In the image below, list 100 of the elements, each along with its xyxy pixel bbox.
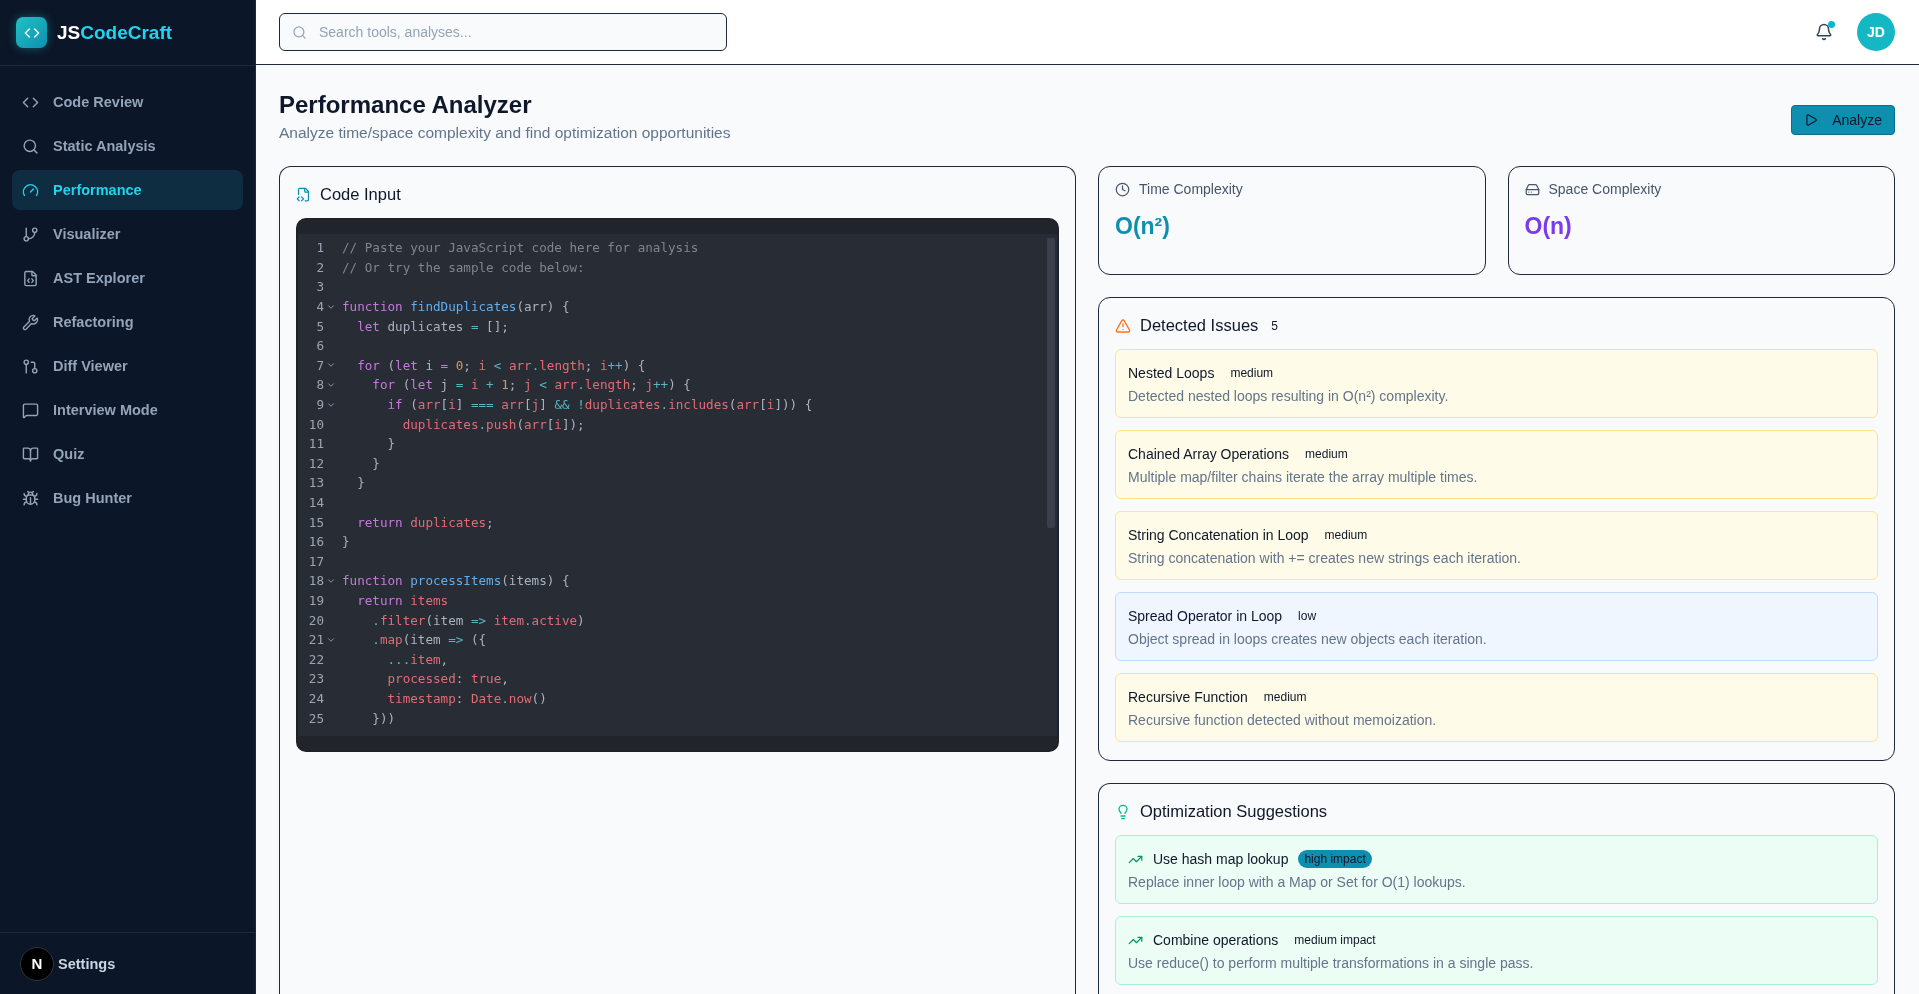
line-number: 18 (307, 573, 324, 589)
bug-icon (22, 489, 39, 507)
line-number: 23 (307, 671, 324, 687)
card-title: Code Input (320, 185, 401, 204)
line-number: 22 (307, 651, 324, 667)
line-number: 3 (315, 279, 324, 295)
complexity-value: O(n) (1524, 213, 1573, 240)
line-number: 20 (307, 612, 324, 628)
nav-item[interactable]: Refactoring (12, 302, 243, 342)
code-line: return items (356, 593, 449, 608)
gauge-icon (22, 181, 39, 199)
code-editor[interactable] (296, 218, 1059, 752)
issue-title: Spread Operator in Loop (1128, 608, 1283, 624)
page-title: Performance Analyzer (279, 91, 533, 119)
issue-description: Recursive function detected without memoization. (1128, 712, 1438, 728)
drive-icon (1524, 181, 1540, 197)
line-number: 21 (307, 632, 324, 648)
nav-item[interactable]: AST Explorer (12, 258, 243, 298)
code-line: processed: true, (386, 671, 509, 687)
analyze-button[interactable]: Analyze (1791, 105, 1895, 135)
code-line: for (let j = i + 1; j < arr.length; j++) { (371, 377, 691, 393)
severity-label: medium (1262, 689, 1308, 706)
issue-title: Chained Array Operations (1128, 446, 1290, 462)
card-title: Optimization Suggestions (1140, 802, 1328, 821)
page-subtitle: Analyze time/space complexity and find optimization opportunities (279, 124, 731, 142)
suggestion-title: Combine operations (1153, 932, 1279, 948)
search-field[interactable]: Search tools, analyses... (279, 13, 727, 51)
code-line: let duplicates = []; (356, 318, 509, 334)
dev-badge[interactable]: N (20, 946, 54, 981)
code-line: .map(item => ({ (371, 632, 487, 648)
lightbulb-icon (1115, 803, 1131, 820)
code-line: } (341, 534, 350, 550)
suggestion-title: Use hash map lookup (1153, 851, 1289, 867)
logo-icon (16, 17, 47, 48)
book-icon (22, 445, 39, 463)
code-line: // Paste your JavaScript code here for analysis (341, 240, 699, 256)
impact-label: high impact (1298, 850, 1372, 868)
line-number: 15 (307, 514, 324, 530)
search-icon (22, 137, 39, 155)
search-input[interactable]: Search tools, analyses... (317, 23, 714, 41)
severity-label: medium (1304, 446, 1349, 463)
nav-item[interactable]: Static Analysis (12, 126, 243, 166)
clock-icon (1115, 181, 1130, 197)
chat-bubble-icon (22, 401, 39, 419)
brand-prefix: JS (57, 21, 81, 44)
code-line: duplicates.push(arr[i]); (401, 416, 585, 432)
card-title: Detected Issues (1140, 316, 1259, 335)
severity-label: medium (1229, 365, 1275, 382)
line-number: 25 (307, 710, 324, 726)
issue-title: String Concatenation in Loop (1128, 527, 1309, 543)
line-number: 17 (307, 553, 324, 569)
line-number: 19 (307, 593, 324, 608)
line-number: 16 (307, 534, 324, 550)
impact-label: medium impact (1293, 932, 1377, 949)
issue-description: Multiple map/filter chains iterate the array multiple times. (1128, 469, 1479, 485)
code-line: .filter(item => item.active) (371, 612, 585, 628)
file-code-icon (22, 269, 39, 287)
suggestion-description: Use reduce() to perform multiple transformations in a single pass. (1128, 955, 1535, 971)
code-line: return duplicates; (356, 514, 494, 530)
warning-icon (1115, 317, 1131, 334)
line-number: 24 (307, 690, 324, 706)
line-number: 8 (315, 377, 324, 393)
issue-title: Recursive Function (1128, 689, 1248, 705)
nav-item[interactable]: Performance (12, 170, 243, 210)
wrench-icon (22, 313, 39, 331)
file-code-icon (296, 187, 311, 202)
nav-item[interactable]: Visualizer (12, 214, 243, 254)
line-number: 7 (315, 357, 324, 373)
code-line: timestamp: Date.now() (386, 690, 547, 706)
complexity-label: Time Complexity (1139, 181, 1243, 197)
issue-count: 5 (1270, 318, 1279, 333)
line-number: 2 (315, 259, 324, 275)
line-number: 10 (307, 416, 324, 432)
code-line: } (356, 475, 365, 491)
nav-item[interactable]: Code Review (12, 82, 243, 122)
code-line: } (371, 455, 380, 471)
issue-description: Detected nested loops resulting in O(n²) complexity. (1128, 388, 1450, 404)
code-line: function processItems(items) { (341, 573, 570, 589)
nav-item[interactable]: Interview Mode (12, 390, 243, 430)
severity-label: medium (1323, 527, 1369, 544)
issue-description: String concatenation with += creates new strings each iteration. (1128, 550, 1522, 566)
line-number: 6 (315, 338, 324, 354)
nav-item[interactable]: Bug Hunter (12, 478, 243, 518)
settings-link[interactable]: Settings (58, 955, 116, 972)
line-number: 9 (315, 397, 324, 413)
line-number: 11 (307, 436, 324, 452)
code-line: })) (371, 710, 396, 726)
suggestion-description: Replace inner loop with a Map or Set for O(1) lookups. (1128, 874, 1467, 890)
branch-icon (22, 225, 39, 243)
line-number: 1 (315, 240, 324, 256)
severity-label: low (1297, 608, 1318, 625)
nav-item[interactable]: Diff Viewer (12, 346, 243, 386)
code-line: function findDuplicates(arr) { (341, 299, 570, 315)
nav-item[interactable]: Quiz (12, 434, 243, 474)
code-line: ...item, (386, 651, 449, 667)
complexity-label: Space Complexity (1548, 181, 1662, 197)
issue-title: Nested Loops (1128, 365, 1215, 381)
line-number: 5 (315, 318, 324, 334)
brand-name: CodeCraft (80, 21, 173, 44)
pull-request-icon (22, 357, 39, 375)
